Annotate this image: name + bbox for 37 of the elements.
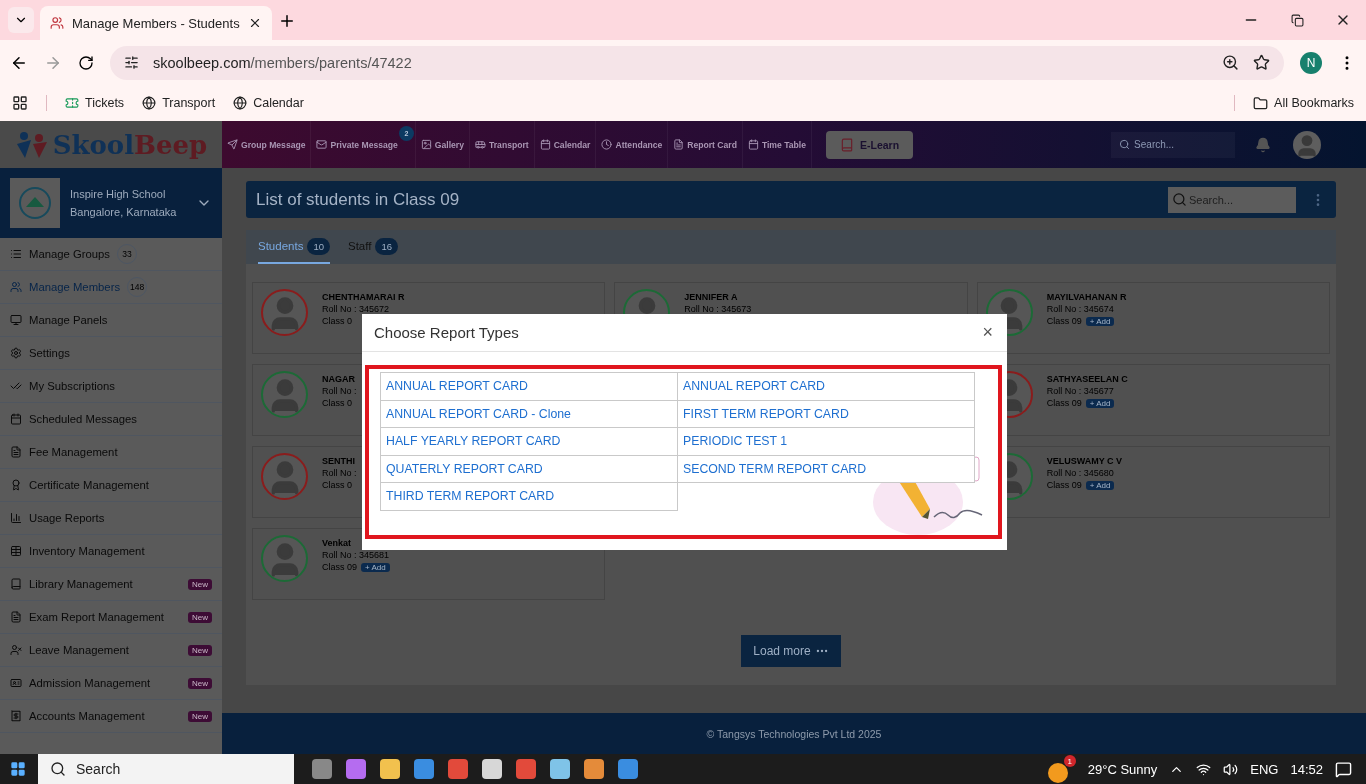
notification-badge: 1	[1063, 755, 1076, 767]
class-label: Class 0	[322, 398, 352, 408]
new-tag: New	[188, 611, 212, 623]
class-label: Class 09	[322, 562, 357, 572]
student-name: SATHYASEELAN C	[1046, 373, 1128, 385]
class-label: Class 0	[322, 316, 352, 326]
student-name: CHENTHAMARAI R	[322, 291, 405, 303]
dialog-title: Choose Report Types	[374, 324, 519, 341]
student-name: MAYILVAHANAN R	[1046, 291, 1127, 303]
class-label: Class 09	[1046, 398, 1082, 408]
roll-number: Roll No : 345674	[1046, 303, 1115, 315]
school-location: Bangalore, Karnataka	[70, 205, 178, 220]
new-tag: New	[188, 710, 212, 722]
new-tag: New	[188, 677, 212, 689]
tab-title: Manage Members - Students	[72, 15, 240, 31]
new-tag: New	[188, 644, 212, 656]
roll-number: Roll No : 345681	[322, 549, 390, 561]
roll-number: Roll No : 345680	[1046, 467, 1115, 479]
roll-number: Roll No :	[322, 467, 357, 479]
url-text: skoolbeep.com/members/parents/47422	[153, 54, 412, 71]
class-label: Class 09	[1046, 480, 1082, 490]
roll-number: Roll No : 345673	[684, 303, 752, 315]
student-name: SENTHI	[322, 455, 356, 467]
student-name: VELUSWAMY C V	[1046, 455, 1122, 467]
footer-text: © Tangsys Technologies Pvt Ltd 2025	[706, 727, 882, 740]
roll-number: Roll No :	[322, 385, 357, 397]
roll-number: Roll No : 345672	[322, 303, 391, 315]
school-name: Inspire High School	[70, 187, 167, 202]
student-name: NAGAR	[322, 373, 356, 385]
student-name: Venkat	[322, 537, 353, 549]
roll-number: Roll No : 345677	[1046, 385, 1115, 397]
class-label: Class 0	[322, 480, 352, 490]
class-label: Class 09	[1046, 316, 1082, 326]
student-name: JENNIFER A	[684, 291, 739, 303]
list-title: List of students in Class 09	[256, 189, 460, 210]
new-tag: New	[188, 578, 212, 590]
weather-text: 29°C Sunny	[1087, 761, 1158, 777]
